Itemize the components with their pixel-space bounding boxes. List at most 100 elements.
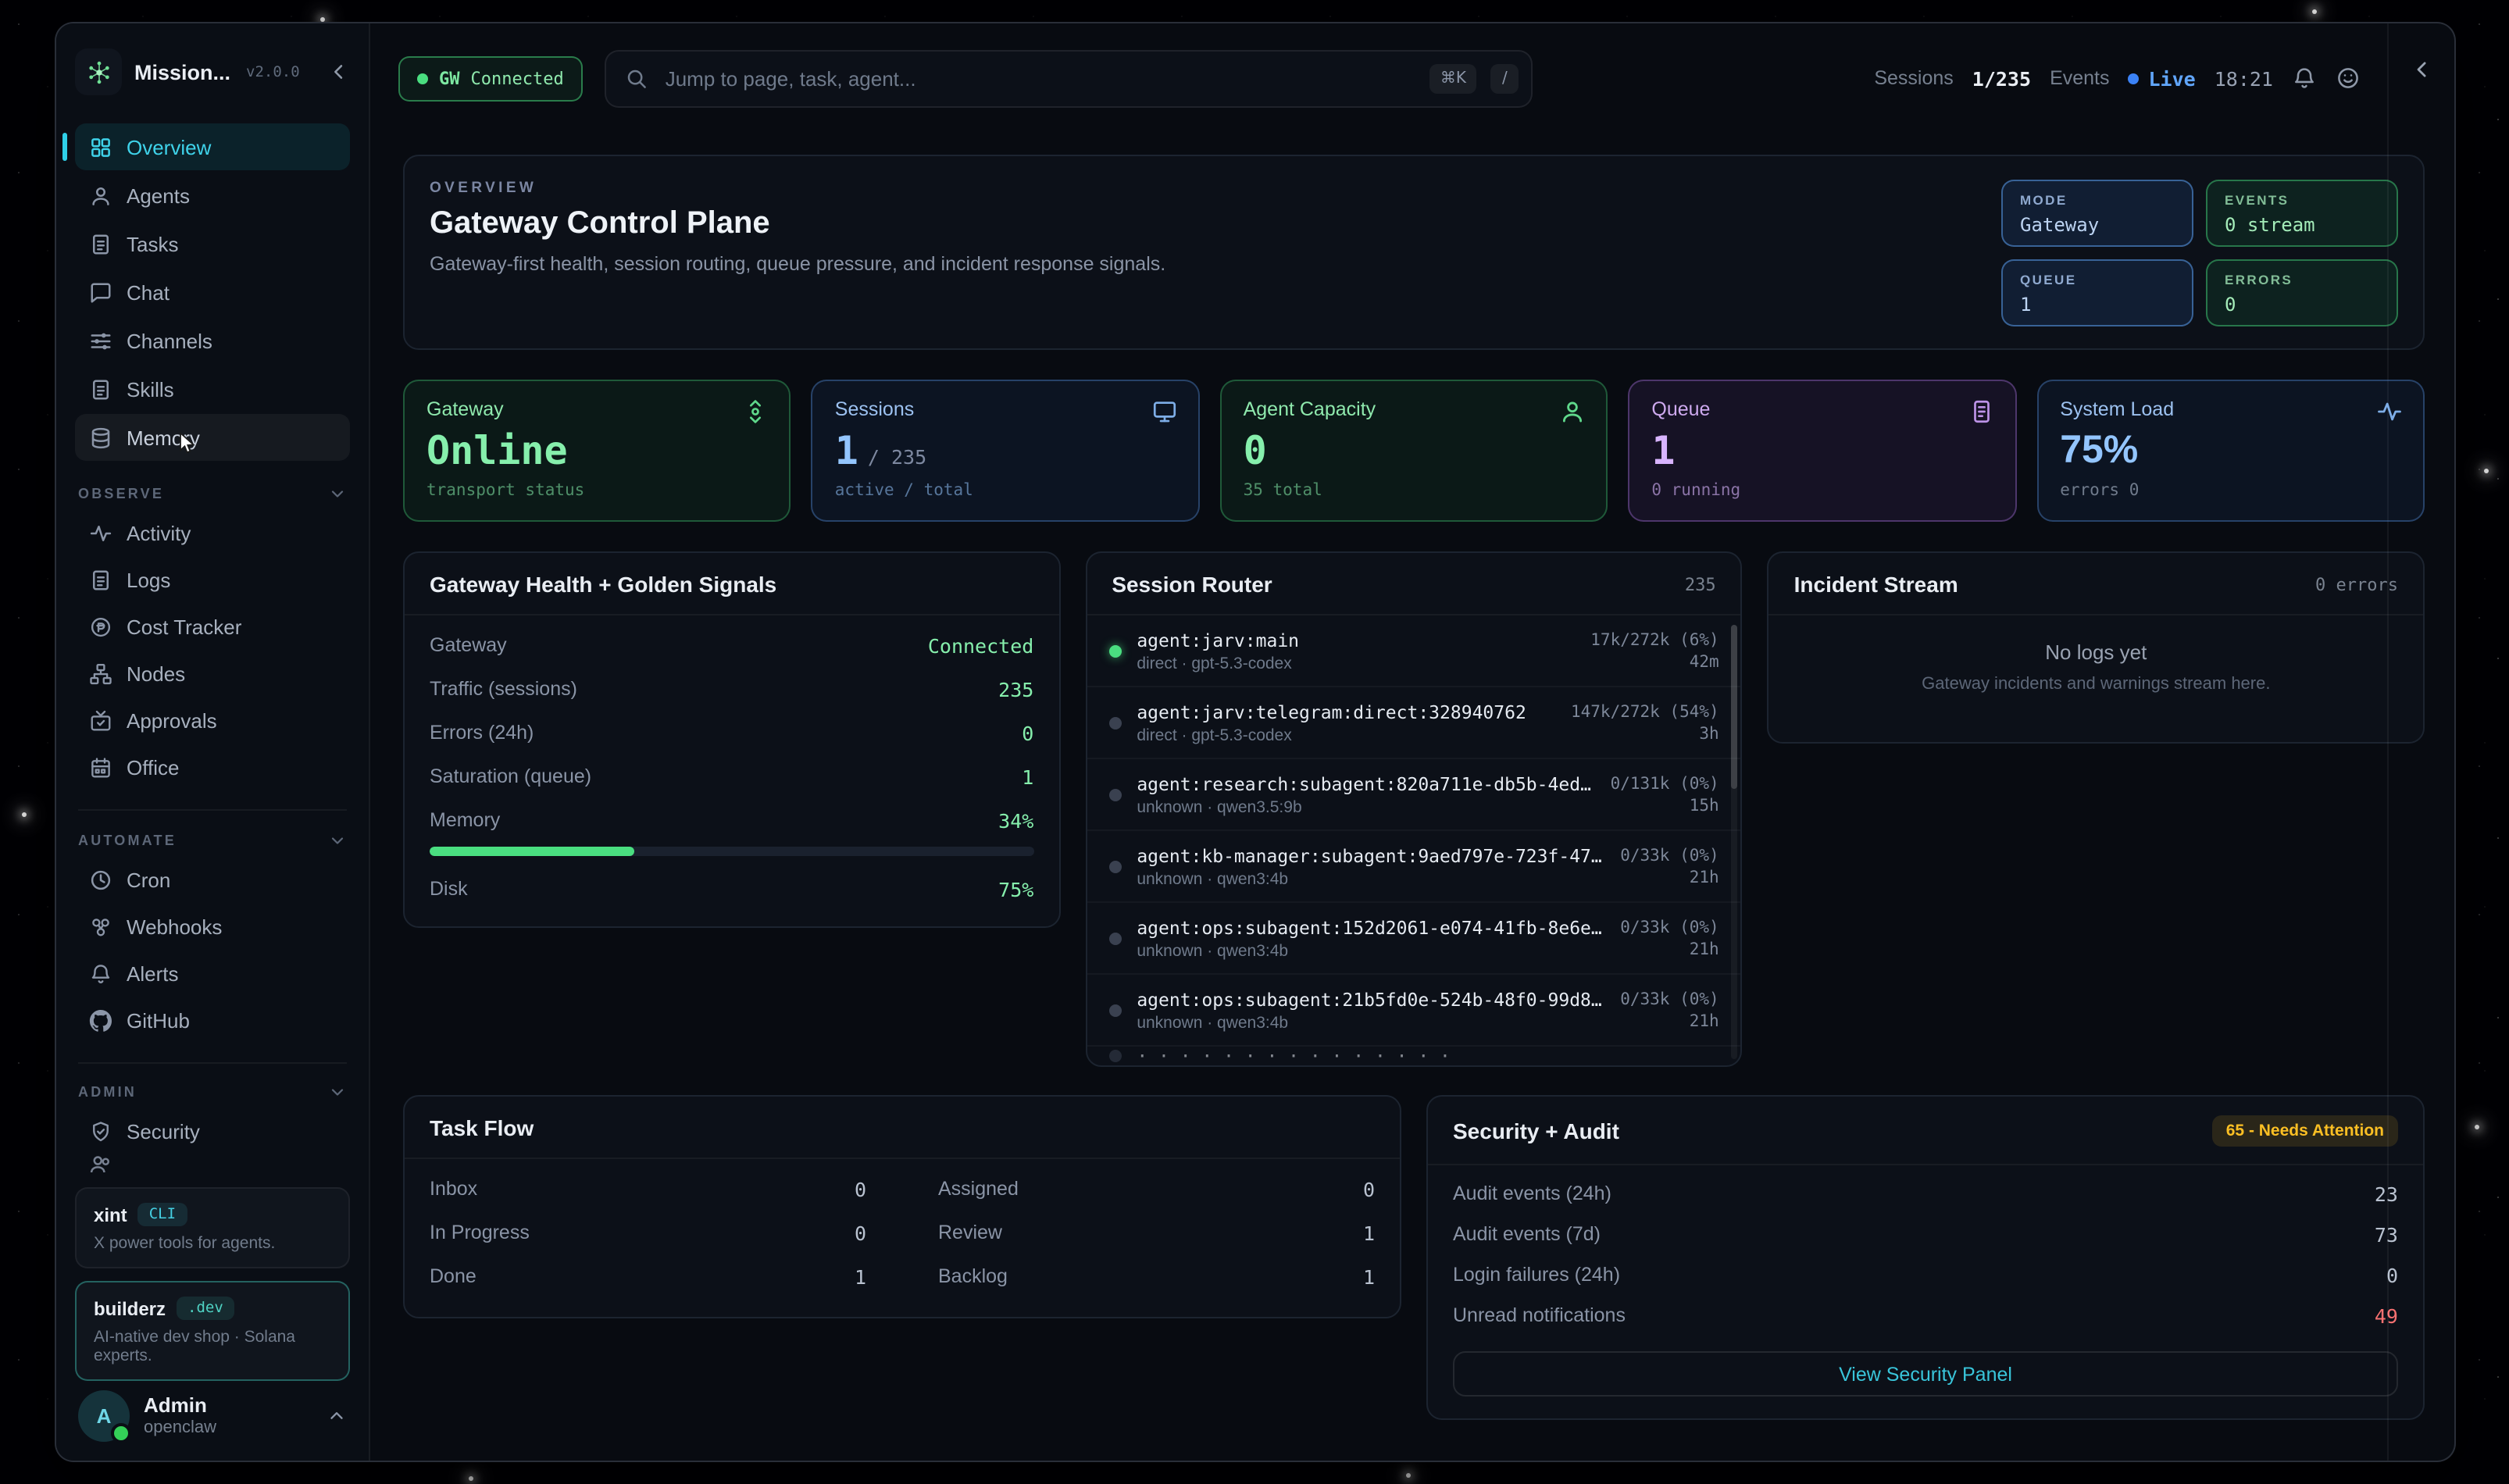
promo-card-builderz[interactable]: builderz .dev AI-native dev shop · Solan… [75,1281,350,1381]
section-admin[interactable]: ADMIN [78,1083,347,1102]
sidebar-item-chat[interactable]: Chat [75,269,350,316]
session-name: agent:kb-manager:subagent:9aed797e-723f-… [1137,844,1604,866]
sidebar-item-cost-tracker[interactable]: Cost Tracker [75,605,350,650]
star [2312,9,2317,14]
sidebar-item-alerts[interactable]: Alerts [75,951,350,996]
sidebar-item-label: Cron [127,868,170,891]
card-title: builderz [94,1297,166,1319]
session-meta: direct · gpt-5.3-codex [1137,726,1555,744]
green-status-dot [417,73,428,84]
user-menu[interactable]: A Admin openclaw [75,1381,350,1445]
chip-events: EVENTS 0 stream [2206,180,2398,247]
sidebar-item-partial[interactable] [75,1157,350,1173]
promo-card-xint[interactable]: xint CLI X power tools for agents. [75,1187,350,1268]
row-label: Unread notifications [1453,1304,1626,1326]
row-label: Audit events (24h) [1453,1183,1611,1204]
sidebar-item-channels[interactable]: Channels [75,317,350,364]
chevron-down-icon [328,830,347,849]
file-text-icon [89,377,112,401]
page-content[interactable]: OVERVIEW Gateway Control Plane Gateway-f… [370,133,2454,1462]
session-age: 42m [1590,652,1718,671]
sidebar-item-security[interactable]: Security [75,1110,350,1155]
search-input[interactable] [662,65,1415,91]
sidebar-item-github[interactable]: GitHub [75,997,350,1043]
sidebar-item-nodes[interactable]: Nodes [75,651,350,697]
sidebar-item-activity[interactable]: Activity [75,511,350,556]
view-security-panel-button[interactable]: View Security Panel [1453,1351,2398,1397]
row-value: 235 [998,677,1033,701]
section-title: OBSERVE [78,486,164,501]
sessions-count: 1/235 [1972,66,2031,90]
card-title: xint [94,1204,127,1225]
sidebar-item-label: GitHub [127,1008,190,1032]
row-label: Review [938,1222,1002,1243]
star [2484,469,2489,473]
user-icon [89,184,112,207]
monitor-icon [1151,398,1178,425]
session-row[interactable]: agent:kb-manager:subagent:9aed797e-723f-… [1087,831,1740,903]
session-age: 15h [1611,796,1719,815]
stat-subtitle: errors 0 [2060,481,2401,500]
notifications-button[interactable] [2292,66,2317,91]
panel-title: Gateway Health + Golden Signals [430,572,776,597]
session-row[interactable]: agent:jarv:telegram:direct:328940762 dir… [1087,687,1740,759]
user-name: Admin [144,1395,216,1418]
token-usage: 0/33k (0%) [1620,990,1718,1008]
chevron-left-icon [2410,58,2433,81]
row-value: 0 [855,1177,866,1200]
chip-label: ERRORS [2225,272,2379,287]
stat-system-load[interactable]: System Load 75% errors 0 [2036,380,2425,522]
sidebar-item-agents[interactable]: Agents [75,172,350,219]
session-row[interactable]: agent:jarv:main direct · gpt-5.3-codex 1… [1087,615,1740,687]
chip-value: 1 [2020,294,2175,316]
stat-subtitle: active / total [835,481,1176,500]
section-automate[interactable]: AUTOMATE [78,830,347,849]
stat-agent-capacity[interactable]: Agent Capacity 0 35 total [1220,380,1608,522]
idle-session-dot [1108,788,1121,801]
help-button[interactable] [2336,66,2361,91]
sidebar-collapse-button[interactable] [328,61,350,83]
stat-value: 75% [2060,431,2138,470]
session-row[interactable]: agent:research:subagent:820a711e-db5b-4e… [1087,759,1740,831]
session-age: 3h [1571,724,1719,743]
row-label: Audit events (7d) [1453,1223,1601,1245]
sidebar-item-approvals[interactable]: Approvals [75,698,350,744]
stat-gateway[interactable]: Gateway Online transport status [403,380,791,522]
chip-value: 0 [2225,294,2379,316]
sidebar-item-logs[interactable]: Logs [75,558,350,603]
pulse-icon [2376,398,2403,425]
chevron-left-icon [328,61,350,83]
session-router-panel: Session Router 235 agent:jarv:main direc… [1085,551,1742,1067]
session-row[interactable]: agent:ops:subagent:152d2061-e074-41fb-8e… [1087,903,1740,975]
section-observe[interactable]: OBSERVE [78,484,347,503]
task-flow-panel: Task Flow Inbox 0 Assigned 0 [403,1095,1401,1318]
app-logo[interactable] [75,48,122,95]
star [2475,1125,2479,1129]
row-label: In Progress [430,1222,530,1243]
scrollbar[interactable] [1732,625,1738,1059]
file-text-icon [89,569,112,592]
sidebar-item-label: Overview [127,135,211,159]
row-label: Memory [430,809,500,831]
global-search[interactable]: ⌘K / [605,49,1533,107]
health-row: Errors (24h) 0 [430,711,1033,754]
chip-label: MODE [2020,192,2175,208]
session-row[interactable]: agent:ops:subagent:21b5fd0e-524b-48f0-99… [1087,975,1740,1047]
chip-value: Gateway [2020,214,2175,236]
sidebar-item-overview[interactable]: Overview [75,123,350,170]
chevron-down-icon [328,484,347,503]
panel-collapse-button[interactable] [2410,58,2433,89]
star [22,812,27,817]
sidebar-item-webhooks[interactable]: Webhooks [75,904,350,949]
sidebar-item-skills[interactable]: Skills [75,366,350,412]
stat-sessions[interactable]: Sessions 1/ 235 active / total [812,380,1200,522]
sidebar-item-cron[interactable]: Cron [75,857,350,902]
sidebar-item-office[interactable]: Office [75,745,350,790]
stat-queue[interactable]: Queue 1 0 running [1628,380,2016,522]
row-label: Login failures (24h) [1453,1264,1620,1286]
gateway-status-pill[interactable]: GW Connected [398,55,583,101]
scrollbar-thumb[interactable] [1732,625,1738,789]
idle-session-dot [1108,1004,1121,1016]
sidebar-item-memory[interactable]: Memory [75,414,350,461]
sidebar-item-tasks[interactable]: Tasks [75,220,350,267]
